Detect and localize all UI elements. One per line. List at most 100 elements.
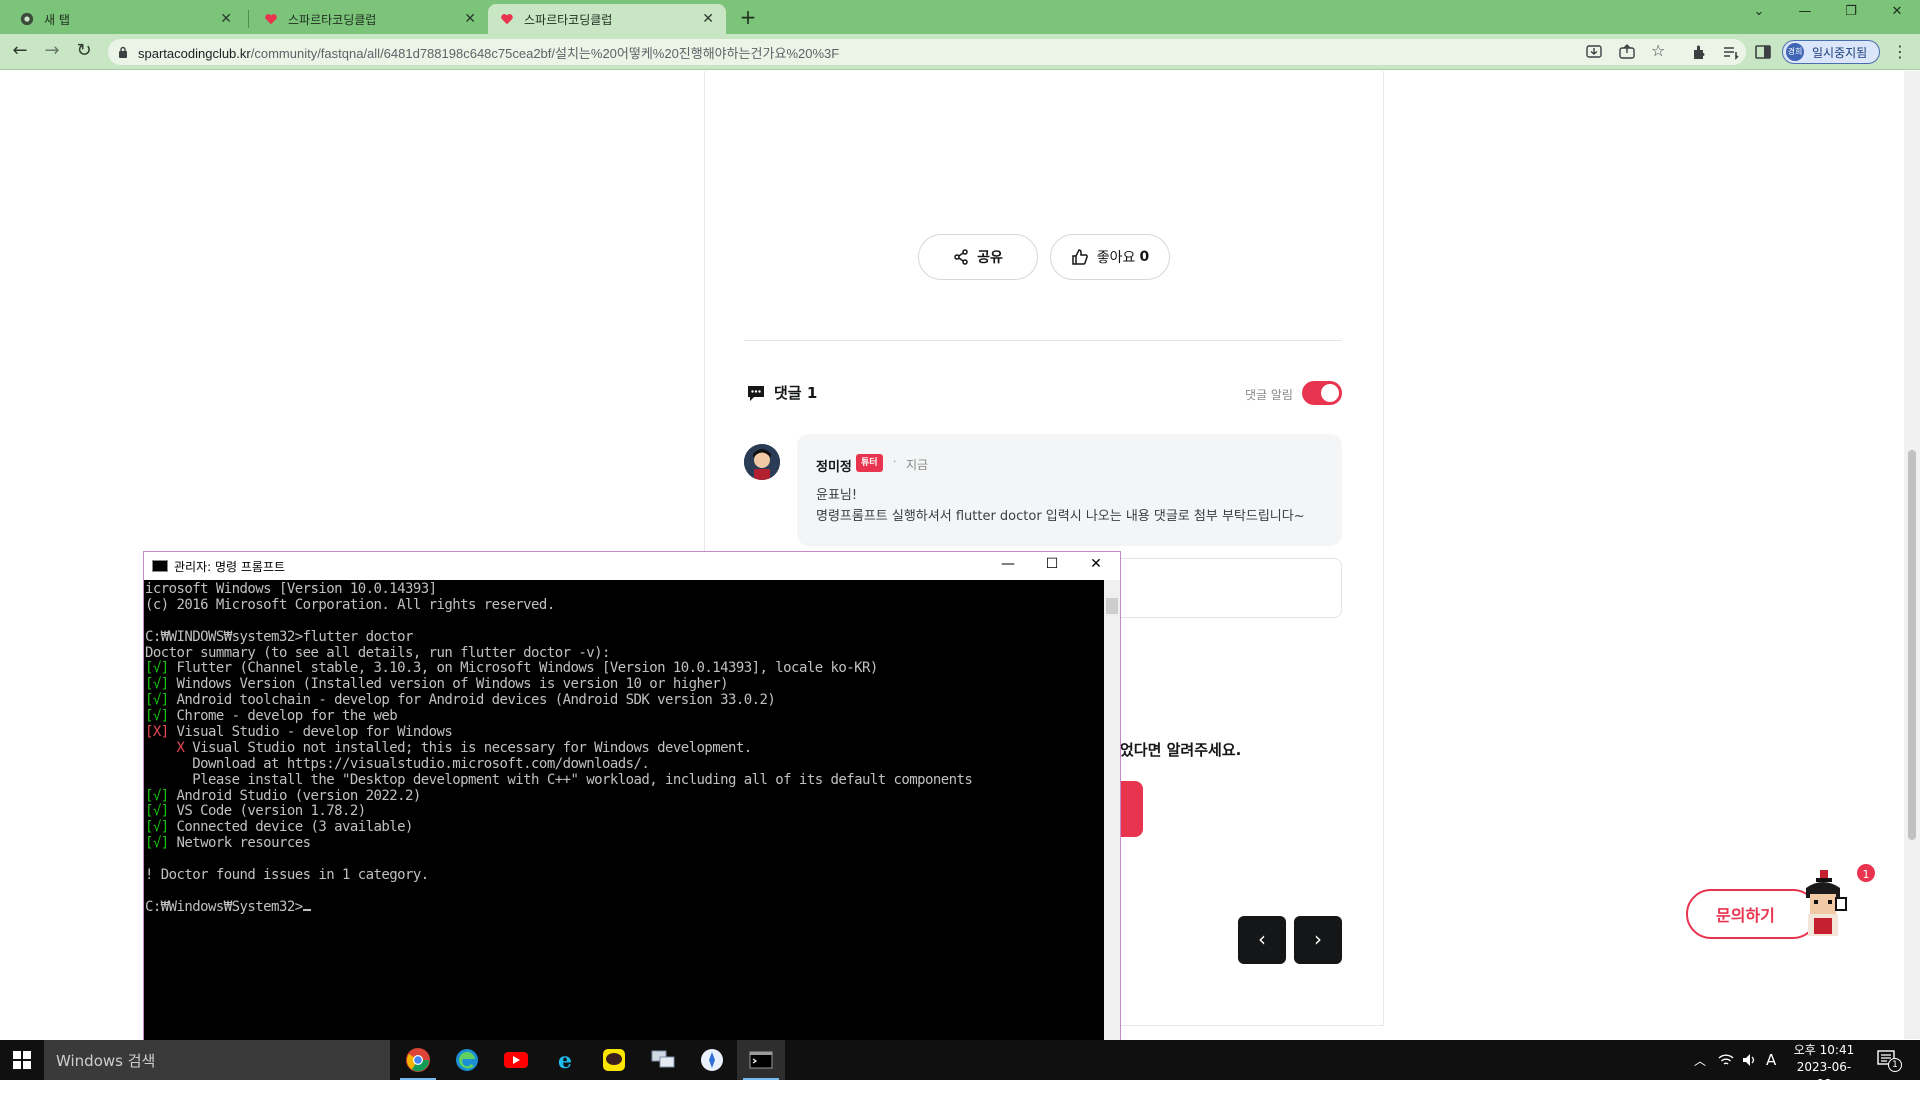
check-mark: [√] — [145, 819, 169, 836]
chrome-menu-icon[interactable]: ⋮ — [1892, 42, 1908, 61]
bookmark-star-icon[interactable]: ☆ — [1651, 41, 1669, 60]
taskbar-search[interactable]: Windows 검색 — [44, 1040, 390, 1080]
cmd-scroll-thumb[interactable] — [1106, 598, 1118, 614]
separator-dot: · — [893, 455, 897, 468]
cmd-line: [√] Flutter (Channel stable, 3.10.3, on … — [145, 660, 878, 677]
taskbar-network-app[interactable] — [639, 1040, 687, 1080]
close-window-button[interactable]: ✕ — [1874, 4, 1920, 19]
cmd-icon — [152, 560, 168, 572]
tab-label: 스파르타코딩클럽 — [524, 12, 613, 27]
cmd-line: C:₩Windows₩System32> — [145, 899, 1104, 916]
cmd-minimize-button[interactable]: — — [986, 556, 1030, 572]
forward-icon[interactable]: → — [40, 40, 64, 64]
toggle-knob — [1321, 384, 1339, 402]
cmd-line: ! Doctor found issues in 1 category. — [145, 867, 429, 884]
cmd-close-button[interactable]: ✕ — [1074, 556, 1118, 572]
tab-close-icon[interactable]: ✕ — [702, 11, 714, 27]
chrome-icon — [20, 12, 34, 26]
share-page-icon[interactable] — [1618, 43, 1636, 61]
kakaotalk-icon — [603, 1049, 625, 1071]
taskbar-ie[interactable]: e — [541, 1040, 589, 1080]
check-mark: [√] — [145, 787, 169, 804]
side-panel-icon[interactable] — [1754, 43, 1772, 61]
taskbar-edge[interactable] — [443, 1040, 491, 1080]
cmd-maximize-button[interactable]: ☐ — [1030, 556, 1074, 572]
reload-icon[interactable]: ↻ — [72, 40, 96, 64]
cmd-line — [145, 852, 1104, 868]
tab-close-icon[interactable]: ✕ — [464, 11, 476, 27]
url-host: spartacodingclub.kr — [138, 45, 251, 61]
comment-bubble — [797, 434, 1342, 546]
network-computers-icon — [651, 1050, 675, 1068]
install-app-icon[interactable] — [1585, 43, 1603, 61]
profile-button[interactable]: 경희 일시중지됨 — [1782, 40, 1880, 64]
youtube-icon — [504, 1052, 528, 1068]
share-button[interactable]: 공유 — [918, 234, 1038, 280]
submit-button[interactable] — [1120, 781, 1143, 837]
tab-sparta-1[interactable]: 스파르타코딩클럽 ✕ — [252, 4, 488, 34]
chevron-up-icon[interactable]: ︿ — [1694, 1052, 1706, 1069]
comment-notify-toggle[interactable] — [1302, 381, 1342, 405]
extensions-icon[interactable] — [1690, 43, 1708, 61]
inquiry-label: 문의하기 — [1716, 906, 1775, 925]
internet-explorer-icon: e — [558, 1048, 572, 1073]
like-label: 좋아요 — [1096, 250, 1136, 266]
cmd-output[interactable]: icrosoft Windows [Version 10.0.14393] (c)… — [144, 580, 1104, 1040]
clock[interactable]: 오후 10:41 2023-06-08 — [1792, 1042, 1856, 1093]
taskbar-chrome[interactable] — [394, 1040, 442, 1080]
tab-search-icon[interactable]: ⌄ — [1736, 4, 1782, 19]
sparta-heart-icon — [265, 14, 277, 25]
prev-post-button[interactable]: ‹ — [1238, 916, 1286, 964]
partial-text: 었다면 알려주세요. — [1120, 741, 1242, 759]
minimize-button[interactable]: — — [1782, 4, 1828, 19]
check-mark: [√] — [145, 803, 169, 820]
wifi-icon[interactable] — [1718, 1053, 1734, 1067]
volume-icon[interactable] — [1742, 1053, 1758, 1067]
notification-count: 1 — [1888, 1058, 1902, 1072]
notification-badge: 1 — [1855, 862, 1877, 884]
search-placeholder: Windows 검색 — [56, 1051, 156, 1070]
avatar-image — [744, 444, 780, 480]
taskbar-kakaotalk[interactable] — [590, 1040, 638, 1080]
comment-notify-label: 댓글 알림 — [1245, 388, 1293, 402]
avatar: 경희 — [1786, 43, 1804, 61]
card-border — [1383, 71, 1384, 1026]
restore-button[interactable]: ❐ — [1828, 4, 1874, 19]
tab-sparta-2[interactable]: 스파르타코딩클럽 ✕ — [488, 4, 726, 34]
cmd-line: X Visual Studio not installed; this is n… — [176, 739, 753, 756]
taskbar-youtube[interactable] — [492, 1040, 540, 1080]
comments-title: 댓글 1 — [774, 384, 818, 402]
browser-toolbar: ← → ↻ spartacodingclub.kr/community/fast… — [0, 34, 1920, 70]
taskbar-app-store[interactable] — [688, 1040, 736, 1080]
ime-indicator[interactable]: A — [1766, 1051, 1776, 1069]
windows-logo-icon — [13, 1051, 31, 1069]
reading-list-icon[interactable] — [1722, 43, 1740, 61]
tab-new-tab[interactable]: 새 탭 ✕ — [8, 4, 244, 34]
taskbar-cmd[interactable] — [737, 1040, 785, 1080]
cmd-scrollbar[interactable] — [1104, 580, 1120, 1040]
like-count: 0 — [1139, 249, 1150, 265]
edge-icon — [456, 1049, 478, 1071]
tab-close-icon[interactable]: ✕ — [220, 11, 232, 27]
tab-label: 스파르타코딩클럽 — [288, 12, 377, 27]
back-icon[interactable]: ← — [8, 40, 32, 64]
new-tab-button[interactable]: + — [736, 6, 760, 30]
tab-separator — [248, 10, 249, 28]
cmd-window[interactable]: 관리자: 명령 프롬프트 — ☐ ✕ icrosoft Windows [Ver… — [143, 551, 1121, 1040]
check-mark: [√] — [145, 708, 169, 725]
next-post-button[interactable]: › — [1294, 916, 1342, 964]
cmd-titlebar[interactable]: 관리자: 명령 프롬프트 — ☐ ✕ — [144, 552, 1120, 580]
mascot-icon[interactable] — [1796, 868, 1850, 940]
cmd-title: 관리자: 명령 프롬프트 — [174, 559, 286, 574]
start-button[interactable] — [0, 1040, 44, 1080]
thumbs-up-icon — [1072, 249, 1088, 265]
url-path: /community/fastqna/all/6481d788198c648c7… — [250, 45, 840, 61]
action-center-button[interactable]: 1 — [1876, 1048, 1906, 1072]
share-icon — [954, 249, 968, 265]
cmd-line: [√] Chrome - develop for the web — [145, 708, 398, 725]
address-bar[interactable]: spartacodingclub.kr/community/fastqna/al… — [108, 39, 1746, 65]
scrollbar-thumb[interactable] — [1908, 450, 1916, 840]
comment-input[interactable] — [1110, 558, 1342, 618]
like-button[interactable]: 좋아요 0 — [1050, 234, 1170, 280]
url-text: spartacodingclub.kr/community/fastqna/al… — [138, 43, 839, 62]
